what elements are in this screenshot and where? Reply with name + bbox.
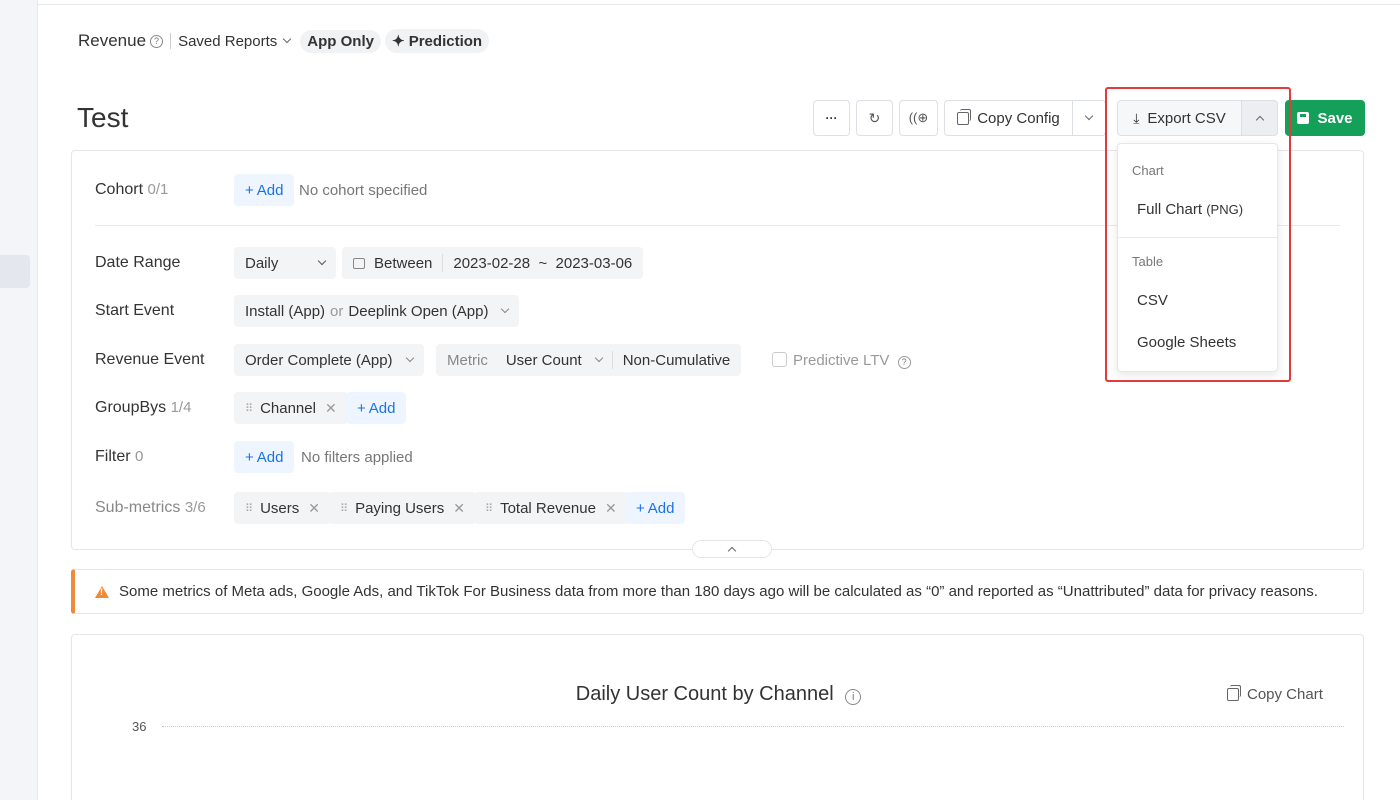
sub-metric-chip-users[interactable]: ⠿ Users ✕ [234,492,331,524]
y-axis-tick: 36 [132,719,147,734]
sub-metric-chip-total-revenue[interactable]: ⠿ Total Revenue ✕ [474,492,628,524]
groupby-chip-channel[interactable]: ⠿ Channel ✕ [234,392,348,424]
prediction-badge[interactable]: ✦ Prediction [384,29,490,53]
help-icon[interactable]: ? [897,355,911,369]
chevron-up-icon [1255,115,1264,125]
chevron-down-icon [594,353,603,363]
copy-config-button[interactable]: Copy Config [944,100,1073,136]
floppy-disk-icon [1297,112,1310,124]
predictive-ltv-checkbox[interactable] [772,352,787,367]
left-rail [0,0,38,800]
collapse-settings-button[interactable] [692,540,772,558]
cohort-empty-text: No cohort specified [299,182,428,199]
broadcast-icon: ((⊕ [908,110,929,125]
info-icon[interactable]: i [845,689,862,705]
sub-metrics-label: Sub-metrics 3/6 [95,499,206,516]
groupbys-label: GroupBys 1/4 [95,399,192,416]
refresh-icon: ↻ [868,109,881,126]
groupby-add-button[interactable]: + Add [346,392,407,424]
drag-handle-icon[interactable]: ⠿ [485,502,493,515]
metric-select[interactable]: Metric User Count Non-Cumulative [436,344,742,376]
chart-gridline [162,726,1344,727]
plus-icon: + [636,499,645,517]
predictive-ltv-label: Predictive LTV ? [793,352,911,369]
cohort-add-button[interactable]: + Add [234,174,295,206]
chevron-down-icon [501,304,510,314]
export-full-chart-png[interactable]: Full Chart (PNG) [1137,201,1243,218]
cumulative-mode-select[interactable]: Non-Cumulative [623,352,731,369]
plus-icon: + [245,448,254,466]
app-only-badge[interactable]: App Only [300,29,381,53]
chart-title: Daily User Count by Channel i [72,683,1365,706]
close-icon[interactable]: ✕ [308,500,320,517]
plus-icon: + [357,399,366,417]
warning-icon [95,585,109,598]
save-button[interactable]: Save [1285,100,1365,136]
download-icon: ⤓ [1133,109,1140,126]
report-type-title: Revenue [78,31,147,50]
ellipsis-icon: ··· [825,111,838,125]
refresh-button[interactable]: ↻ [856,100,893,136]
copy-config-menu-button[interactable] [1072,100,1106,136]
copy-chart-button[interactable]: Copy Chart [1227,685,1323,703]
export-menu: Chart Full Chart (PNG) Table CSV Google … [1117,143,1278,372]
more-options-button[interactable]: ··· [813,100,850,136]
export-menu-toggle[interactable] [1241,100,1278,136]
cohort-label: Cohort 0/1 [95,181,169,198]
chevron-down-icon [283,34,292,44]
close-icon[interactable]: ✕ [605,500,617,517]
drag-handle-icon[interactable]: ⠿ [245,502,253,515]
date-range-label: Date Range [95,254,181,271]
revenue-event-label: Revenue Event [95,351,205,368]
chevron-down-icon [317,256,327,266]
export-csv-item[interactable]: CSV [1137,292,1168,309]
drag-handle-icon[interactable]: ⠿ [245,402,253,415]
start-event-label: Start Event [95,302,175,319]
export-google-sheets-item[interactable]: Google Sheets [1137,334,1236,351]
main-content: Revenue ? Saved Reports App Only ✦ Predi… [38,0,1400,800]
export-csv-button[interactable]: ⤓ Export CSV [1117,100,1242,136]
export-menu-chart-header: Chart [1132,163,1164,178]
warning-text: Some metrics of Meta ads, Google Ads, an… [119,583,1318,600]
copy-icon [957,108,972,125]
start-event-select[interactable]: Install (App) or Deeplink Open (App) [234,295,520,327]
sparkle-icon: ✦ [391,33,405,50]
filter-empty-text: No filters applied [301,449,413,466]
chevron-down-icon [1084,111,1094,121]
chevron-up-icon [727,546,737,556]
sub-metric-add-button[interactable]: + Add [625,492,686,524]
granularity-select[interactable]: Daily [234,247,336,279]
saved-reports-dropdown[interactable]: Saved Reports [178,33,292,50]
page-title: Test [77,102,129,133]
filter-label: Filter 0 [95,448,144,465]
plus-icon: + [245,181,254,199]
chevron-down-icon [405,353,414,363]
copy-icon [1227,685,1241,701]
share-button[interactable]: ((⊕ [899,100,938,136]
close-icon[interactable]: ✕ [453,500,465,517]
help-icon[interactable]: ? [150,34,164,48]
close-icon[interactable]: ✕ [325,400,337,417]
rail-active-item[interactable] [0,255,30,288]
export-menu-table-header: Table [1132,254,1164,269]
chart-card: Daily User Count by Channel i Copy Chart… [71,634,1364,800]
sub-metric-chip-paying-users[interactable]: ⠿ Paying Users ✕ [329,492,476,524]
privacy-warning-banner: Some metrics of Meta ads, Google Ads, an… [71,569,1364,614]
breadcrumb: Revenue ? Saved Reports App Only ✦ Predi… [78,29,490,53]
revenue-event-select[interactable]: Order Complete (App) [234,344,424,376]
drag-handle-icon[interactable]: ⠿ [340,502,348,515]
calendar-icon [353,257,365,269]
date-range-picker[interactable]: Between 2023-02-28 ~ 2023-03-06 [342,247,644,279]
filter-add-button[interactable]: + Add [234,441,295,473]
